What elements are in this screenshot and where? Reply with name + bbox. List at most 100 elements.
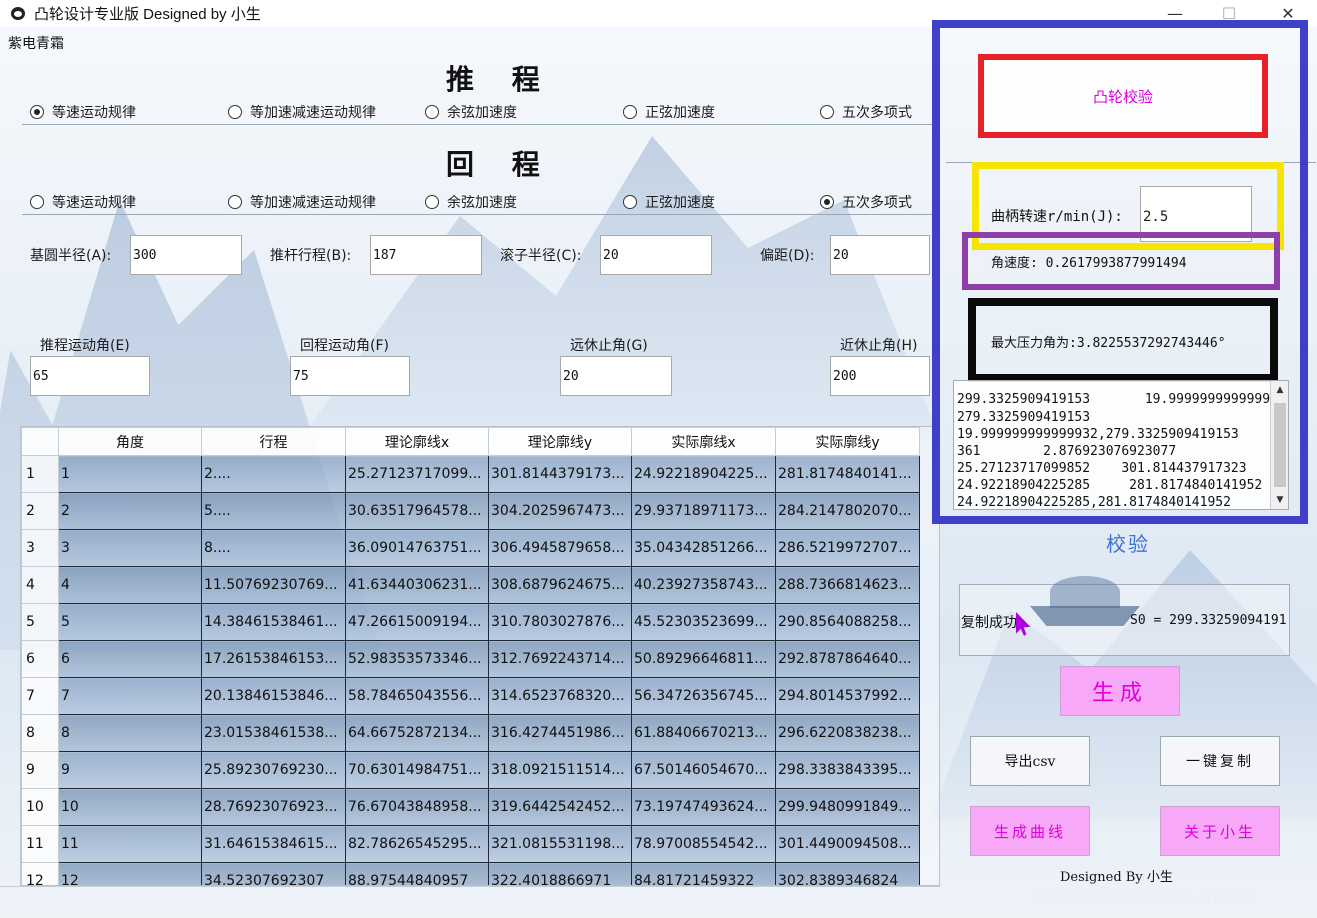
theory-y-cell[interactable]: 322.4018866971 [488,862,632,885]
theory-y-cell[interactable]: 318.0921511514... [488,751,632,789]
about-button[interactable]: 关于小生 [1160,806,1280,856]
offset-input[interactable]: 20 [830,235,930,275]
actual-x-cell[interactable]: 56.34726356745... [631,677,776,715]
push-option-sine[interactable]: 正弦加速度 [623,102,715,122]
stroke-cell[interactable]: 11.50769230769... [201,566,346,604]
theory-x-cell[interactable]: 52.98353573346... [345,640,489,678]
angle-cell[interactable]: 3 [58,529,202,567]
theory-x-cell[interactable]: 25.27123717099... [345,455,489,493]
angle-cell[interactable]: 11 [58,825,202,863]
actual-x-cell[interactable]: 24.92218904225... [631,455,776,493]
return-angle-input[interactable]: 75 [290,356,410,396]
theory-y-cell[interactable]: 321.0815531198... [488,825,632,863]
column-header-angle[interactable]: 角度 [58,427,202,456]
theory-x-cell[interactable]: 64.66752872134... [345,714,489,752]
table-row[interactable]: 11 11 31.64615384615... 82.78626545295... 32… [21,825,920,863]
angle-cell[interactable]: 9 [58,751,202,789]
push-option-accel-decel[interactable]: 等加速减速运动规律 [228,102,376,122]
actual-x-cell[interactable]: 78.97008554542... [631,825,776,863]
menu-item-theme[interactable]: 紫电青霜 [8,33,64,53]
copy-all-button[interactable]: 一键复制 [1160,736,1280,786]
table-row[interactable]: 12 12 34.52307692307 88.97544840957 322.4018… [21,862,920,885]
theory-y-cell[interactable]: 306.4945879658... [488,529,632,567]
stroke-cell[interactable]: 20.13846153846... [201,677,346,715]
radio-icon[interactable] [228,105,242,119]
row-number-cell[interactable]: 9 [21,751,59,789]
radio-icon[interactable] [425,195,439,209]
theory-y-cell[interactable]: 314.6523768320... [488,677,632,715]
row-number-cell[interactable]: 12 [21,862,59,885]
row-number-cell[interactable]: 3 [21,529,59,567]
return-option-sine[interactable]: 正弦加速度 [623,192,715,212]
angle-cell[interactable]: 7 [58,677,202,715]
radio-icon[interactable] [30,195,44,209]
table-row[interactable]: 3 3 8.... 36.09014763751... 306.4945879658..… [21,529,920,567]
table-row[interactable]: 7 7 20.13846153846... 58.78465043556... 314.… [21,677,920,715]
roller-radius-input[interactable]: 20 [600,235,712,275]
stroke-cell[interactable]: 8.... [201,529,346,567]
stroke-cell[interactable]: 23.01538461538... [201,714,346,752]
table-row[interactable]: 6 6 17.26153846153... 52.98353573346... 312.… [21,640,920,678]
row-number-cell[interactable]: 6 [21,640,59,678]
radio-icon[interactable] [820,105,834,119]
return-option-quintic[interactable]: 五次多项式 [820,192,912,212]
generate-curve-button[interactable]: 生成曲线 [970,806,1090,856]
stroke-cell[interactable]: 14.38461538461... [201,603,346,641]
angle-cell[interactable]: 1 [58,455,202,493]
theory-y-cell[interactable]: 304.2025967473... [488,492,632,530]
row-number-cell[interactable]: 10 [21,788,59,826]
theory-y-cell[interactable]: 312.7692243714... [488,640,632,678]
base-radius-input[interactable]: 300 [130,235,242,275]
generate-button[interactable]: 生成 [1060,666,1180,716]
table-row[interactable]: 5 5 14.38461538461... 47.26615009194... 310.… [21,603,920,641]
actual-y-cell[interactable]: 288.7366814623... [775,566,920,604]
actual-x-cell[interactable]: 50.89296646811... [631,640,776,678]
push-angle-input[interactable]: 65 [30,356,150,396]
actual-x-cell[interactable]: 45.52303523699... [631,603,776,641]
angle-cell[interactable]: 6 [58,640,202,678]
row-number-cell[interactable]: 2 [21,492,59,530]
push-option-cosine[interactable]: 余弦加速度 [425,102,517,122]
table-row[interactable]: 1 1 2.... 25.27123717099... 301.8144379173..… [21,455,920,493]
theory-x-cell[interactable]: 82.78626545295... [345,825,489,863]
actual-x-cell[interactable]: 40.23927358743... [631,566,776,604]
export-csv-button[interactable]: 导出csv [970,736,1090,786]
stroke-cell[interactable]: 31.64615384615... [201,825,346,863]
row-number-cell[interactable]: 7 [21,677,59,715]
theory-y-cell[interactable]: 319.6442542452... [488,788,632,826]
radio-icon[interactable] [623,195,637,209]
column-header-theory-y[interactable]: 理论廓线y [488,427,632,456]
column-header-actual-x[interactable]: 实际廓线x [631,427,776,456]
theory-x-cell[interactable]: 76.67043848958... [345,788,489,826]
actual-x-cell[interactable]: 29.93718971173... [631,492,776,530]
actual-y-cell[interactable]: 292.8787864640... [775,640,920,678]
actual-y-cell[interactable]: 294.8014537992... [775,677,920,715]
actual-y-cell[interactable]: 296.6220838238... [775,714,920,752]
actual-x-cell[interactable]: 84.81721459322 [631,862,776,885]
theory-x-cell[interactable]: 30.63517964578... [345,492,489,530]
return-option-accel-decel[interactable]: 等加速减速运动规律 [228,192,376,212]
theory-y-cell[interactable]: 310.7803027876... [488,603,632,641]
radio-icon[interactable] [425,105,439,119]
actual-x-cell[interactable]: 61.88406670213... [631,714,776,752]
actual-x-cell[interactable]: 35.04342851266... [631,529,776,567]
stroke-cell[interactable]: 34.52307692307 [201,862,346,885]
angle-cell[interactable]: 5 [58,603,202,641]
radio-selected-icon[interactable] [30,105,44,119]
stroke-cell[interactable]: 28.76923076923... [201,788,346,826]
near-dwell-input[interactable]: 200 [830,356,930,396]
actual-y-cell[interactable]: 286.5219972707... [775,529,920,567]
row-number-cell[interactable]: 5 [21,603,59,641]
stroke-cell[interactable]: 5.... [201,492,346,530]
radio-icon[interactable] [228,195,242,209]
actual-x-cell[interactable]: 67.50146054670... [631,751,776,789]
push-option-uniform[interactable]: 等速运动规律 [30,102,136,122]
angle-cell[interactable]: 4 [58,566,202,604]
radio-icon[interactable] [623,105,637,119]
actual-y-cell[interactable]: 301.4490094508... [775,825,920,863]
actual-y-cell[interactable]: 284.2147802070... [775,492,920,530]
angle-cell[interactable]: 10 [58,788,202,826]
far-dwell-input[interactable]: 20 [560,356,672,396]
actual-y-cell[interactable]: 298.3383843395... [775,751,920,789]
stroke-input[interactable]: 187 [370,235,482,275]
